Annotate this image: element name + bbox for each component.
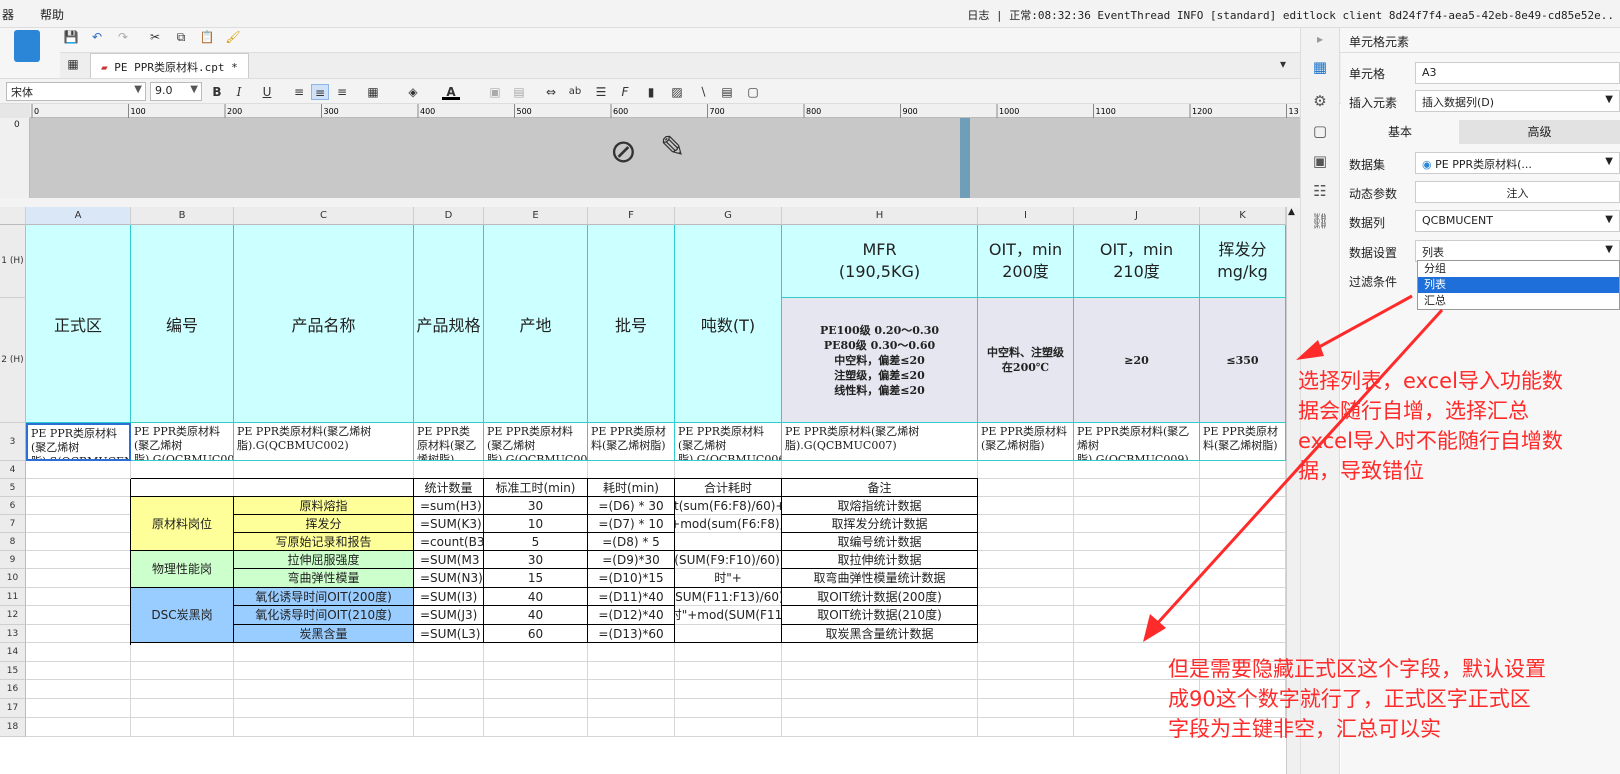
annotation-note-2: 但是需要隐藏正式区这个字段，默认设置成90这个数字就行了，正式区字正式区字段为主… [1168, 657, 1546, 741]
arrowhead-1 [1296, 340, 1324, 360]
arrow-line-1 [1309, 294, 1413, 354]
annotation-note-1: 选择列表，excel导入功能数据会随行自增，选择汇总excel导入时不能随行自增… [1298, 369, 1563, 483]
